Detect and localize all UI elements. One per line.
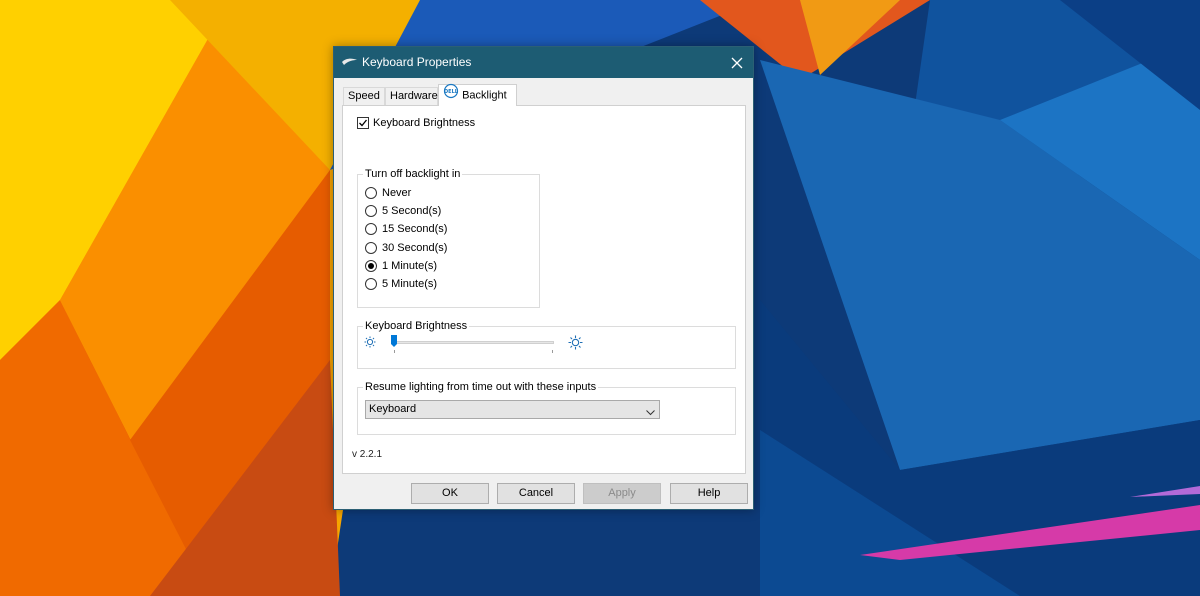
- resume-lighting-legend: Resume lighting from time out with these…: [363, 380, 599, 394]
- resume-lighting-group: Resume lighting from time out with these…: [357, 380, 736, 435]
- backlight-panel: Keyboard Brightness Turn off backlight i…: [342, 105, 746, 474]
- keyboard-brightness-legend: Keyboard Brightness: [363, 319, 470, 333]
- close-button[interactable]: [721, 47, 753, 78]
- window-title: Keyboard Properties: [362, 55, 472, 69]
- version-label: v 2.2.1: [352, 449, 383, 460]
- radio-label: 5 Second(s): [382, 205, 442, 217]
- slider-tick: [552, 350, 553, 353]
- keyboard-brightness-checkbox-label: Keyboard Brightness: [373, 117, 476, 129]
- checkmark-icon: [359, 119, 368, 127]
- svg-text:DELL: DELL: [444, 89, 459, 95]
- help-button[interactable]: Help: [670, 483, 748, 504]
- bright-sun-icon: [568, 335, 583, 353]
- radio-30-seconds[interactable]: 30 Second(s): [365, 242, 447, 254]
- radio-label: Never: [382, 187, 412, 199]
- radio-label: 30 Second(s): [382, 242, 448, 254]
- apply-button[interactable]: Apply: [583, 483, 661, 504]
- tab-hardware[interactable]: Hardware: [385, 87, 438, 105]
- ok-button[interactable]: OK: [411, 483, 489, 504]
- radio-label: 5 Minute(s): [382, 278, 438, 290]
- keyboard-brightness-checkbox[interactable]: [357, 117, 369, 129]
- chevron-down-icon: [646, 405, 655, 422]
- radio-1-minute[interactable]: 1 Minute(s): [365, 260, 437, 272]
- radio-5-minutes[interactable]: 5 Minute(s): [365, 278, 437, 290]
- radio-button[interactable]: [365, 278, 377, 290]
- title-bar[interactable]: Keyboard Properties: [334, 47, 753, 78]
- brightness-slider-thumb[interactable]: [391, 335, 397, 347]
- radio-15-seconds[interactable]: 15 Second(s): [365, 223, 447, 235]
- keyboard-brightness-checkbox-row[interactable]: Keyboard Brightness: [357, 117, 475, 129]
- tab-backlight[interactable]: DELL Backlight: [438, 83, 517, 106]
- dell-logo-icon: DELL: [443, 83, 459, 106]
- radio-label: 1 Minute(s): [382, 260, 438, 272]
- radio-5-seconds[interactable]: 5 Second(s): [365, 205, 441, 217]
- keyboard-icon: [342, 57, 357, 69]
- radio-button[interactable]: [365, 242, 377, 254]
- radio-button[interactable]: [365, 187, 377, 199]
- radio-button[interactable]: [365, 223, 377, 235]
- tab-backlight-label: Backlight: [462, 89, 507, 102]
- keyboard-brightness-group: Keyboard Brightness: [357, 319, 736, 369]
- slider-tick: [394, 350, 395, 353]
- tab-speed[interactable]: Speed: [343, 87, 385, 105]
- resume-input-select-value: Keyboard: [369, 403, 417, 415]
- close-icon: [731, 57, 743, 68]
- resume-input-select[interactable]: Keyboard: [365, 400, 660, 419]
- radio-button[interactable]: [365, 205, 377, 217]
- radio-label: 15 Second(s): [382, 223, 448, 235]
- turn-off-backlight-group: Turn off backlight in Never 5 Second(s) …: [357, 167, 540, 308]
- cancel-button[interactable]: Cancel: [497, 483, 575, 504]
- radio-button-selected[interactable]: [365, 260, 377, 272]
- radio-never[interactable]: Never: [365, 187, 411, 199]
- keyboard-properties-dialog: Keyboard Properties Speed Hardware DELL …: [333, 46, 754, 510]
- dim-sun-icon: [364, 336, 376, 351]
- turn-off-backlight-legend: Turn off backlight in: [363, 167, 463, 181]
- brightness-slider-track[interactable]: [391, 341, 554, 344]
